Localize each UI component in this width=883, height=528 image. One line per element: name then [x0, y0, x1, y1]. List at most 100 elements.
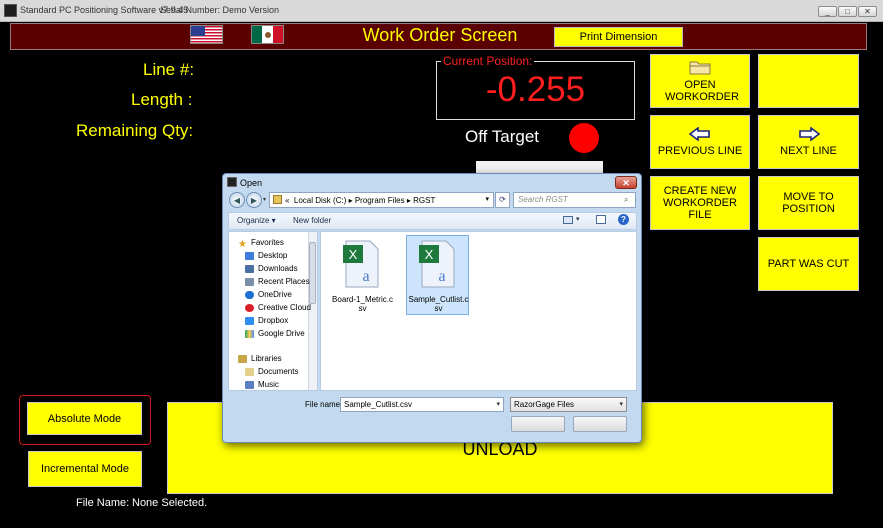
chevron-down-icon[interactable]: ▾ [496, 398, 500, 411]
svg-text:X: X [425, 247, 434, 262]
nav-item-downloads[interactable]: Downloads [245, 264, 298, 273]
dialog-title: Open [240, 178, 263, 188]
file-item-selected[interactable]: X a Sample_Cutlist.csv [406, 235, 469, 315]
app-icon [4, 4, 17, 17]
organize-menu[interactable]: Organize ▾ [237, 216, 276, 225]
chevron-down-icon: ▾ [619, 401, 623, 408]
breadcrumb-rgst[interactable]: RGST [413, 196, 435, 205]
united-states-flag-icon[interactable] [190, 25, 223, 44]
music-icon [245, 380, 254, 389]
preview-pane-icon[interactable] [596, 215, 606, 224]
nav-item-onedrive[interactable]: OneDrive [245, 290, 292, 299]
incremental-mode-button[interactable]: Incremental Mode [28, 451, 142, 487]
nav-item-label: Recent Places [258, 277, 310, 286]
chevron-down-icon[interactable]: ▾ [485, 195, 489, 203]
left-arrow-icon [689, 127, 710, 141]
file-name-label: File Name: [76, 497, 130, 509]
print-dimension-button[interactable]: Print Dimension [554, 27, 683, 47]
onedrive-icon [245, 290, 254, 299]
previous-line-label: PREVIOUS LINE [657, 145, 743, 157]
maximize-button[interactable]: □ [838, 6, 857, 17]
libraries-header[interactable]: Libraries [238, 354, 282, 363]
search-icon: ⌕ [624, 195, 629, 204]
view-options-icon[interactable] [563, 216, 573, 224]
file-name-text: Board-1_Metric.csv [332, 295, 393, 313]
libraries-label: Libraries [251, 354, 282, 363]
close-window-button[interactable]: ✕ [858, 6, 877, 17]
breadcrumb-program-files[interactable]: Program Files [355, 196, 405, 205]
folder-icon [273, 195, 282, 204]
forward-button[interactable]: ▶ [246, 192, 262, 208]
previous-line-button[interactable]: PREVIOUS LINE [650, 115, 750, 169]
chevron-down-icon[interactable]: ▾ [576, 215, 580, 223]
current-position-label: Current Position: [441, 54, 535, 68]
file-type-filter[interactable]: RazorGage Files ▾ [510, 397, 627, 412]
nav-item-label: Creative Cloud [258, 303, 311, 312]
nav-item-label: Documents [258, 367, 299, 376]
cancel-button[interactable] [573, 416, 627, 432]
address-bar[interactable]: « Local Disk (C:) ▸ Program Files ▸ RGST… [269, 192, 494, 208]
mexico-flag-icon[interactable] [251, 25, 284, 44]
file-name-field-label: File name: [305, 400, 343, 409]
nav-item-label: Desktop [258, 251, 288, 260]
new-folder-button[interactable]: New folder [293, 216, 331, 225]
open-workorder-label: OPEN WORKORDER [665, 79, 739, 103]
page-title: Work Order Screen [362, 25, 518, 45]
file-name-value: None Selected. [132, 497, 208, 509]
nav-item-desktop[interactable]: Desktop [245, 251, 287, 260]
minimize-button[interactable]: _ [818, 6, 837, 17]
breadcrumb: « Local Disk (C:) ▸ Program Files ▸ RGST [285, 196, 435, 205]
downloads-icon [245, 264, 254, 273]
target-status-text: Off Target [465, 127, 540, 146]
recent-locations-icon[interactable]: ▾ [263, 196, 266, 203]
recent-places-icon [245, 277, 254, 286]
svg-text:a: a [362, 268, 369, 285]
serial-number-text: Serial Number: Demo Version [160, 5, 280, 15]
nav-item-documents[interactable]: Documents [245, 367, 298, 376]
breadcrumb-separator: ▸ [406, 196, 411, 205]
nav-item-music[interactable]: Music [245, 380, 279, 389]
next-line-button[interactable]: NEXT LINE [758, 115, 859, 169]
favorites-label: Favorites [250, 238, 284, 247]
file-name-text: Sample_Cutlist.csv [408, 295, 469, 313]
refresh-button[interactable]: ⟳ [495, 192, 510, 208]
help-icon[interactable]: ? [618, 214, 629, 225]
dropbox-icon [245, 316, 254, 325]
open-button[interactable] [511, 416, 565, 432]
create-new-workorder-label: CREATE NEW WORKORDER FILE [663, 185, 737, 221]
nav-item-label: Google Drive [258, 329, 305, 338]
navigation-scroll-thumb[interactable] [309, 242, 316, 304]
folder-icon [689, 61, 711, 75]
move-to-position-button[interactable]: MOVE TO POSITION [758, 176, 859, 230]
dialog-close-button[interactable]: ✕ [615, 176, 637, 189]
csv-file-icon: X a [343, 240, 379, 288]
favorites-header[interactable]: ★ Favorites [238, 238, 284, 250]
open-workorder-button[interactable]: OPEN WORKORDER [650, 54, 750, 108]
nav-item-recent-places[interactable]: Recent Places [245, 277, 310, 286]
nav-item-dropbox[interactable]: Dropbox [245, 316, 288, 325]
back-button[interactable]: ◀ [229, 192, 245, 208]
svg-text:X: X [349, 247, 358, 262]
nav-item-google-drive[interactable]: Google Drive [245, 329, 305, 338]
svg-text:a: a [438, 268, 445, 285]
absolute-mode-button[interactable]: Absolute Mode [27, 402, 142, 435]
star-icon: ★ [238, 238, 247, 250]
creative-cloud-icon [245, 303, 254, 312]
blank-button[interactable] [758, 54, 859, 108]
line-number-label: Line #: [143, 60, 195, 79]
part-was-cut-button[interactable]: PART WAS CUT [758, 237, 859, 291]
file-item[interactable]: X a Board-1_Metric.csv [330, 235, 393, 315]
file-name-input[interactable]: Sample_Cutlist.csv ▾ [340, 397, 504, 412]
csv-file-icon: X a [419, 240, 455, 288]
create-new-workorder-button[interactable]: CREATE NEW WORKORDER FILE [650, 176, 750, 230]
breadcrumb-local-disk[interactable]: Local Disk (C:) [294, 196, 346, 205]
search-input[interactable]: Search RGST [513, 192, 636, 208]
file-type-filter-value: RazorGage Files [514, 400, 575, 409]
google-drive-icon [245, 329, 254, 338]
length-label: Length : [131, 90, 193, 109]
breadcrumb-overflow[interactable]: « [285, 196, 289, 205]
target-status-indicator [569, 123, 599, 153]
breadcrumb-separator: ▸ [348, 196, 353, 205]
nav-item-creative-cloud[interactable]: Creative Cloud [245, 303, 311, 312]
dialog-app-icon [227, 177, 237, 187]
